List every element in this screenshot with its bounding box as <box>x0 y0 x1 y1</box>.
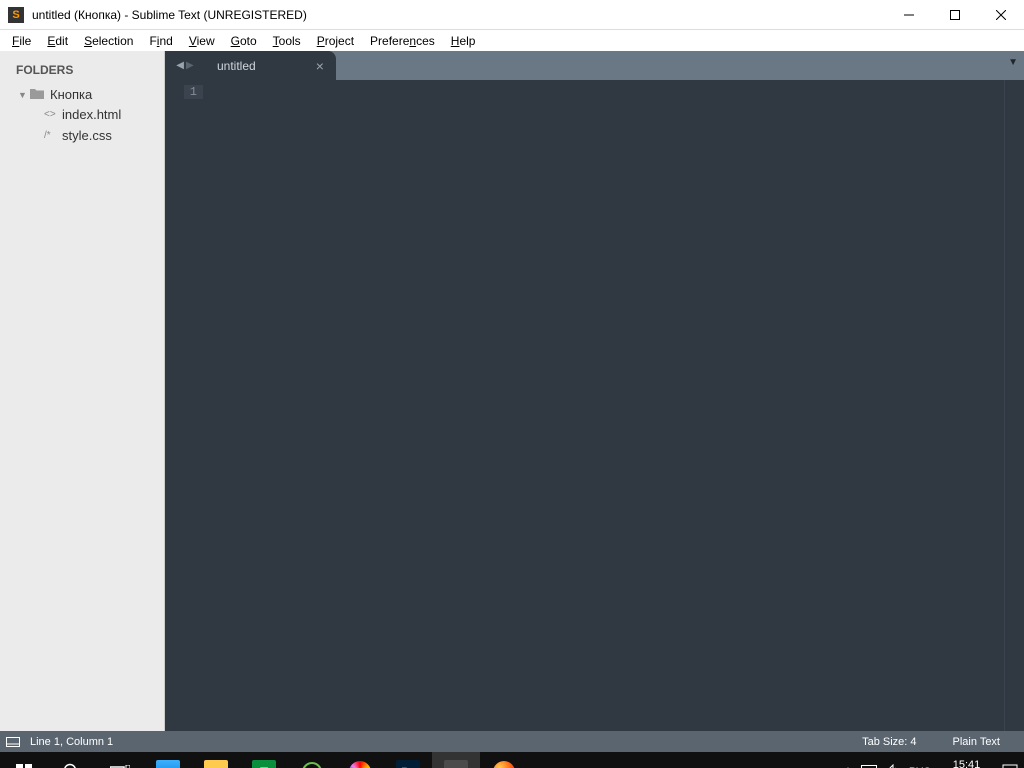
menu-goto[interactable]: Goto <box>223 34 265 48</box>
sidebar-file-index[interactable]: <> index.html <box>0 104 164 125</box>
folder-icon <box>30 87 44 102</box>
menu-help[interactable]: Help <box>443 34 484 48</box>
menu-view[interactable]: View <box>181 34 223 48</box>
minimize-button[interactable] <box>886 0 932 30</box>
panel-switcher-icon[interactable] <box>6 737 24 747</box>
sublime-icon: S <box>8 7 24 23</box>
file-label: index.html <box>62 107 121 122</box>
status-tab-size[interactable]: Tab Size: 4 <box>844 736 934 748</box>
tray-monitor-icon[interactable] <box>861 765 877 768</box>
tab-overflow-icon[interactable]: ▼ <box>1008 57 1018 68</box>
tab-prev-icon[interactable]: ◀ <box>176 60 184 71</box>
css-file-icon: /* <box>44 130 62 141</box>
folder-label: Кнопка <box>50 87 92 102</box>
menubar: File Edit Selection Find View Goto Tools… <box>0 30 1024 51</box>
close-button[interactable] <box>978 0 1024 30</box>
file-label: style.css <box>62 128 112 143</box>
sidebar-file-style[interactable]: /* style.css <box>0 125 164 146</box>
tab-close-icon[interactable]: × <box>316 58 324 74</box>
system-tray: РУС 15:41 01.10.2018 <box>843 759 1024 768</box>
tab-nav-arrows: ◀ ▶ <box>165 51 205 80</box>
maximize-button[interactable] <box>932 0 978 30</box>
menu-file[interactable]: File <box>4 34 39 48</box>
sidebar-header: FOLDERS <box>0 59 164 85</box>
tray-time: 15:41 <box>939 759 994 768</box>
code-area[interactable] <box>209 80 1004 731</box>
status-position[interactable]: Line 1, Column 1 <box>24 736 844 748</box>
taskbar-app-green[interactable]: E <box>240 752 288 768</box>
main-area: FOLDERS ▼ Кнопка <> index.html /* style.… <box>0 51 1024 731</box>
taskbar-app-atom[interactable] <box>288 752 336 768</box>
menu-find[interactable]: Find <box>141 34 180 48</box>
menu-preferences[interactable]: Preferences <box>362 34 443 48</box>
html-file-icon: <> <box>44 109 62 120</box>
tray-notifications-icon[interactable] <box>1002 764 1018 768</box>
sidebar: FOLDERS ▼ Кнопка <> index.html /* style.… <box>0 51 165 731</box>
editor-area: ◀ ▶ untitled × ▼ 1 <box>165 51 1024 731</box>
taskbar-app-firefox[interactable] <box>480 752 528 768</box>
menu-edit[interactable]: Edit <box>39 34 76 48</box>
tab-untitled[interactable]: untitled × <box>205 51 336 80</box>
menu-tools[interactable]: Tools <box>265 34 309 48</box>
line-number: 1 <box>184 85 203 99</box>
caret-down-icon: ▼ <box>18 90 28 100</box>
taskbar-app-photoshop[interactable]: Ps <box>384 752 432 768</box>
tabbar: ◀ ▶ untitled × ▼ <box>165 51 1024 80</box>
tray-volume-icon[interactable] <box>885 764 901 768</box>
start-button[interactable] <box>0 752 48 768</box>
tab-label: untitled <box>217 59 256 73</box>
search-button[interactable] <box>48 752 96 768</box>
editor-body: 1 <box>165 80 1024 731</box>
task-view-button[interactable] <box>96 752 144 768</box>
tab-next-icon[interactable]: ▶ <box>186 60 194 71</box>
statusbar: Line 1, Column 1 Tab Size: 4 Plain Text <box>0 731 1024 752</box>
minimap[interactable] <box>1004 80 1024 731</box>
window-titlebar: S untitled (Кнопка) - Sublime Text (UNRE… <box>0 0 1024 30</box>
status-syntax[interactable]: Plain Text <box>935 736 1019 748</box>
taskbar-app-explorer[interactable] <box>192 752 240 768</box>
window-title: untitled (Кнопка) - Sublime Text (UNREGI… <box>32 8 886 22</box>
taskbar-app-rainbow[interactable] <box>336 752 384 768</box>
tray-clock[interactable]: 15:41 01.10.2018 <box>939 759 994 768</box>
sidebar-folder[interactable]: ▼ Кнопка <box>0 85 164 104</box>
menu-selection[interactable]: Selection <box>76 34 141 48</box>
gutter: 1 <box>165 80 209 731</box>
taskbar-app-sublime[interactable]: S <box>432 752 480 768</box>
windows-taskbar: E Ps S РУС 15:41 01.10.2018 <box>0 752 1024 768</box>
taskbar-app-desktop[interactable] <box>144 752 192 768</box>
menu-project[interactable]: Project <box>309 34 362 48</box>
